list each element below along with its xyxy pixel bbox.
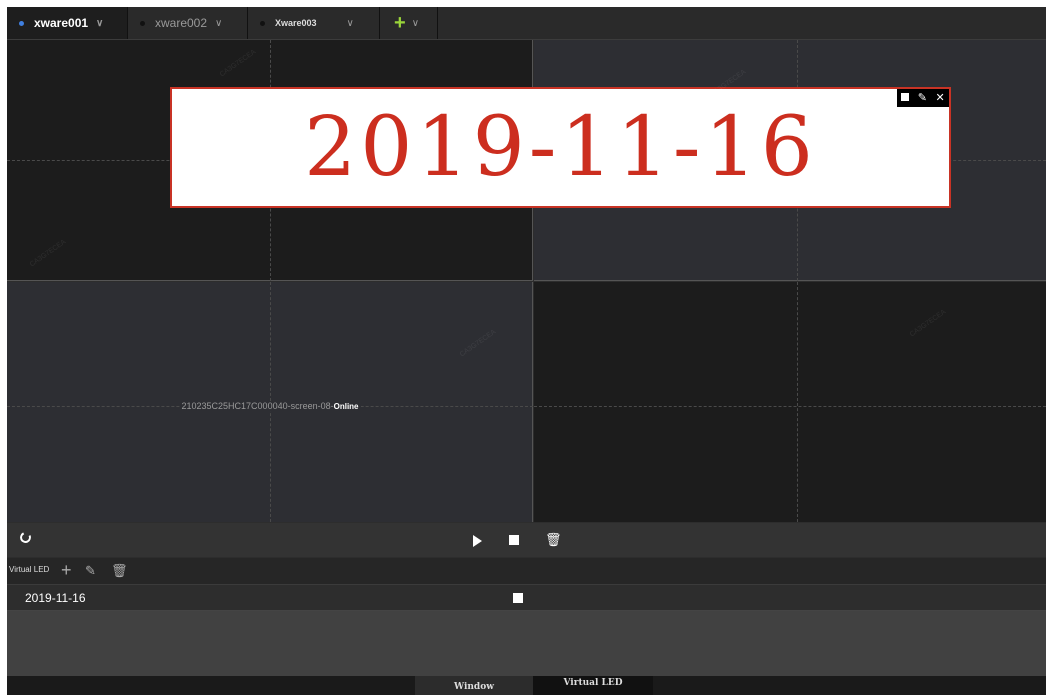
screen-wall[interactable]: 210235C25HC17C000040-screen-08-Online 20… bbox=[7, 40, 1046, 522]
chevron-down-icon[interactable]: ∨ bbox=[96, 18, 103, 29]
add-tab-button[interactable]: + ∨ bbox=[380, 7, 438, 39]
tab-xware002[interactable]: xware002 ∨ bbox=[128, 7, 248, 39]
tab-xware003[interactable]: Xware003 ∨ bbox=[248, 7, 380, 39]
screen-cell[interactable] bbox=[534, 282, 1046, 522]
chevron-down-icon[interactable]: ∨ bbox=[347, 18, 354, 29]
virtual-led-title: Virtual LED bbox=[9, 565, 50, 574]
list-item[interactable]: 2019-11-16 bbox=[7, 586, 1046, 611]
edit-icon[interactable]: ✎ bbox=[85, 563, 96, 579]
playback-bar: 🗑 bbox=[7, 523, 1046, 557]
play-icon[interactable] bbox=[473, 535, 482, 547]
tab-virtual-led[interactable]: Virtual LED bbox=[533, 676, 653, 695]
tab-label: Xware003 bbox=[275, 18, 317, 28]
grid-divider bbox=[534, 406, 1046, 407]
trash-icon[interactable]: 🗑 bbox=[111, 563, 128, 579]
tab-xware001[interactable]: xware001 ∨ bbox=[7, 7, 128, 39]
screen-status: Online bbox=[333, 402, 359, 411]
chevron-down-icon[interactable]: ∨ bbox=[412, 18, 419, 29]
refresh-icon[interactable] bbox=[18, 530, 33, 545]
tab-window[interactable]: Window bbox=[415, 676, 533, 695]
list-empty-area bbox=[7, 611, 1046, 676]
virtual-led-toolbar: Virtual LED + ✎ 🗑 bbox=[7, 558, 1046, 585]
edit-icon[interactable]: ✎ bbox=[918, 92, 927, 104]
tab-label: xware001 bbox=[34, 16, 89, 30]
tab-status-dot bbox=[140, 20, 145, 26]
add-icon[interactable]: + bbox=[61, 560, 72, 581]
grid-divider bbox=[797, 282, 798, 522]
tab-status-dot bbox=[19, 20, 24, 26]
plus-icon: + bbox=[394, 12, 406, 34]
led-window-toolbar: ✎ ✕ bbox=[897, 89, 949, 107]
close-icon[interactable]: ✕ bbox=[936, 92, 945, 104]
stop-icon[interactable] bbox=[509, 535, 519, 545]
virtual-led-window[interactable]: 2019-11-16 ✎ ✕ bbox=[170, 87, 951, 208]
app-window: xware001 ∨ xware002 ∨ Xware003 ∨ + ∨ 210… bbox=[7, 7, 1046, 695]
list-item-name: 2019-11-16 bbox=[25, 591, 86, 605]
tab-status-dot bbox=[260, 20, 265, 26]
screen-label: 210235C25HC17C000040-screen-08-Online bbox=[7, 401, 533, 411]
tab-bar: xware001 ∨ xware002 ∨ Xware003 ∨ + ∨ bbox=[7, 7, 1046, 40]
stop-icon[interactable] bbox=[901, 92, 910, 104]
stop-icon[interactable] bbox=[513, 593, 523, 603]
chevron-down-icon[interactable]: ∨ bbox=[215, 18, 222, 29]
led-display-text: 2019-11-16 bbox=[304, 100, 817, 195]
trash-icon[interactable]: 🗑 bbox=[545, 532, 562, 548]
screen-cell[interactable]: 210235C25HC17C000040-screen-08-Online bbox=[7, 282, 533, 522]
screen-id: 210235C25HC17C000040-screen-08- bbox=[181, 401, 334, 411]
bottom-tab-bar: Window Virtual LED bbox=[7, 676, 1046, 695]
tab-label: xware002 bbox=[155, 16, 208, 30]
